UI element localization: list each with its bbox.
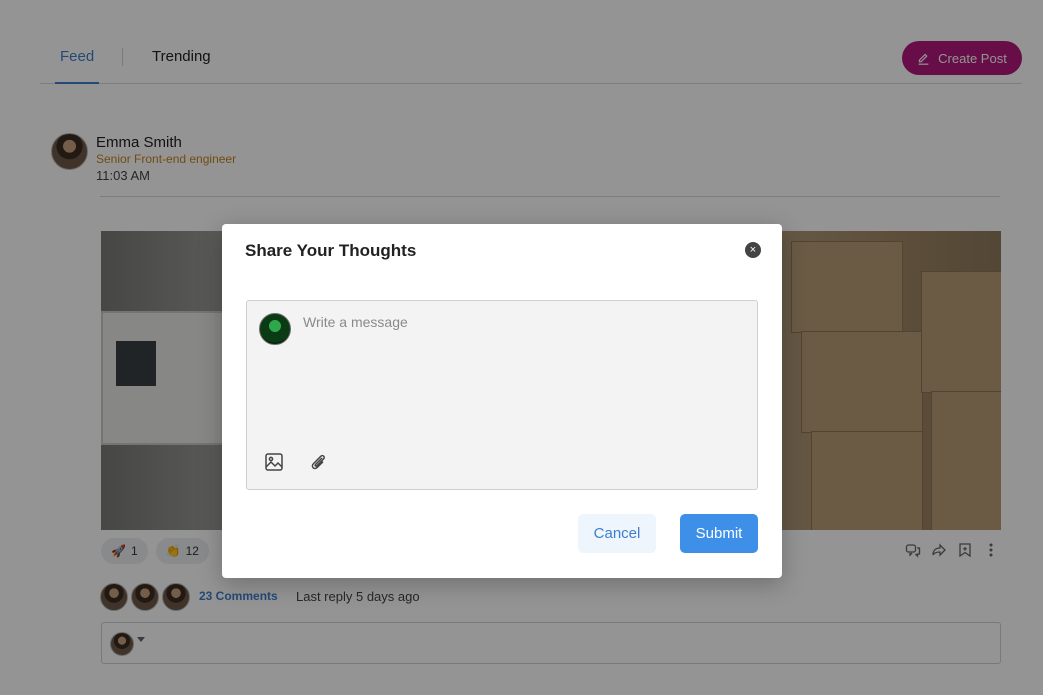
message-editor [246, 300, 758, 490]
avatar [259, 313, 291, 345]
submit-button[interactable]: Submit [680, 514, 758, 553]
paperclip-icon[interactable] [307, 451, 329, 473]
modal-title: Share Your Thoughts [245, 241, 417, 260]
close-icon[interactable]: × [745, 242, 761, 258]
image-icon[interactable] [263, 451, 285, 473]
message-input[interactable] [303, 311, 743, 417]
cancel-button[interactable]: Cancel [578, 514, 656, 553]
share-thoughts-modal: Share Your Thoughts × Cancel Submit [222, 224, 782, 578]
